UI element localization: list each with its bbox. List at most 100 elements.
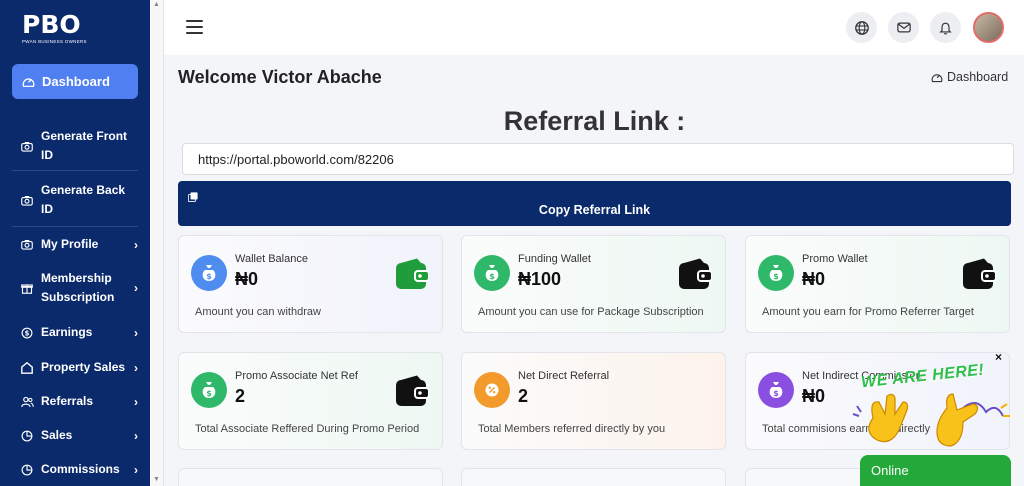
logo-subtitle: PWAN BUSINESS OWNERS xyxy=(22,39,87,44)
pie-chart-icon xyxy=(20,429,34,443)
chevron-right-icon: › xyxy=(134,281,138,295)
copy-button-label: Copy Referral Link xyxy=(538,203,651,217)
sidebar-scrollbar[interactable]: ▲ ▼ xyxy=(150,0,164,486)
pie-chart-icon xyxy=(20,463,34,477)
money-bag-icon: $ xyxy=(758,255,794,291)
chat-greeting-popup[interactable]: × WE ARE HERE! xyxy=(851,350,1016,462)
svg-text:$: $ xyxy=(773,389,779,398)
chevron-right-icon: › xyxy=(134,237,138,252)
dashboard-icon xyxy=(22,75,35,88)
money-bag-icon: $ xyxy=(758,372,794,408)
svg-text:$: $ xyxy=(773,272,779,281)
card-description: Total Associate Reffered During Promo Pe… xyxy=(195,423,420,435)
avatar[interactable] xyxy=(973,12,1004,43)
sidebar-item-generate-front-id[interactable]: Generate Front ID xyxy=(20,127,138,165)
chat-online-button[interactable]: Online xyxy=(860,455,1011,486)
home-icon xyxy=(20,361,34,375)
logo[interactable]: PBO PWAN BUSINESS OWNERS xyxy=(0,0,150,55)
wallet-icon xyxy=(962,258,997,295)
card-description: Amount you earn for Promo Referrer Targe… xyxy=(762,306,974,318)
money-bag-icon: $ xyxy=(191,255,227,291)
camera-icon xyxy=(20,238,34,252)
mail-icon[interactable] xyxy=(888,12,919,43)
sidebar-item-label: Commissions xyxy=(41,462,120,476)
card-stub xyxy=(461,468,726,486)
sidebar-item-referrals[interactable]: Referrals › xyxy=(20,392,138,411)
card-value: 2 xyxy=(235,386,246,406)
sidebar-item-dashboard[interactable]: Dashboard xyxy=(12,64,138,99)
card-title: Wallet Balance xyxy=(235,253,308,265)
card-title: Promo Associate Net Ref xyxy=(235,370,358,382)
svg-text:$: $ xyxy=(25,329,30,337)
referral-link-title: Referral Link : xyxy=(503,106,686,136)
sidebar-item-sales[interactable]: Sales › xyxy=(20,426,138,445)
percent-icon xyxy=(474,372,510,408)
wallet-icon xyxy=(395,375,430,412)
top-header xyxy=(164,0,1024,55)
money-bag-icon: $ xyxy=(474,255,510,291)
sidebar-item-label: Property Sales xyxy=(41,360,126,374)
users-icon xyxy=(20,395,34,409)
referral-link-field[interactable] xyxy=(182,143,1014,175)
dashboard-icon xyxy=(931,71,943,83)
svg-text:$: $ xyxy=(206,389,212,398)
card-value: ₦0 xyxy=(802,269,826,289)
money-bag-icon: $ xyxy=(191,372,227,408)
sidebar-item-label: My Profile xyxy=(41,237,99,251)
bell-icon[interactable] xyxy=(930,12,961,43)
logo-text: PBO xyxy=(22,10,81,39)
scroll-down-icon[interactable]: ▼ xyxy=(153,476,160,483)
card-description: Amount you can withdraw xyxy=(195,306,321,318)
sidebar-item-membership-subscription[interactable]: Membership Subscription › xyxy=(20,269,138,307)
waving-hands-icon xyxy=(852,393,1010,447)
wallet-icon xyxy=(678,258,713,295)
promo-wallet-card: $ Promo Wallet ₦0 Amount you earn for Pr… xyxy=(745,235,1010,333)
chevron-right-icon: › xyxy=(134,428,138,443)
svg-text:$: $ xyxy=(206,272,212,281)
sidebar-item-label: Dashboard xyxy=(42,74,110,89)
card-value: ₦100 xyxy=(518,269,562,289)
card-title: Funding Wallet xyxy=(518,253,591,265)
divider xyxy=(12,226,138,227)
divider xyxy=(12,170,138,171)
copy-referral-link-button[interactable]: Copy Referral Link xyxy=(178,181,1011,226)
sidebar: PBO PWAN BUSINESS OWNERS Dashboard Gener… xyxy=(0,0,150,486)
promo-associate-net-ref-card: $ Promo Associate Net Ref 2 Total Associ… xyxy=(178,352,443,450)
scroll-up-icon[interactable]: ▲ xyxy=(153,1,160,8)
card-value: ₦0 xyxy=(802,386,826,406)
net-direct-referral-card: Net Direct Referral 2 Total Members refe… xyxy=(461,352,726,450)
sidebar-item-property-sales[interactable]: Property Sales › xyxy=(20,358,138,377)
card-stub xyxy=(178,468,443,486)
sidebar-item-generate-back-id[interactable]: Generate Back ID xyxy=(20,181,138,219)
sidebar-item-earnings[interactable]: $ Earnings › xyxy=(20,323,138,342)
card-description: Amount you can use for Package Subscript… xyxy=(478,306,704,318)
sidebar-item-label: Earnings xyxy=(41,325,93,339)
globe-icon[interactable] xyxy=(846,12,877,43)
close-icon[interactable]: × xyxy=(995,350,1002,364)
card-title: Promo Wallet xyxy=(802,253,868,265)
dollar-circle-icon: $ xyxy=(20,326,34,340)
funding-wallet-card: $ Funding Wallet ₦100 Amount you can use… xyxy=(461,235,726,333)
breadcrumb-label: Dashboard xyxy=(947,70,1009,84)
chevron-right-icon: › xyxy=(134,325,138,340)
sidebar-item-label: Sales xyxy=(41,428,73,442)
card-title: Net Direct Referral xyxy=(518,370,610,382)
breadcrumb[interactable]: Dashboard xyxy=(931,70,1008,84)
page-title: Welcome Victor Abache xyxy=(178,67,382,87)
sidebar-item-label: Membership Subscription xyxy=(41,271,115,304)
sidebar-item-commissions[interactable]: Commissions › xyxy=(20,460,138,479)
sidebar-item-my-profile[interactable]: My Profile › xyxy=(20,235,138,254)
sidebar-item-label: Generate Front ID xyxy=(41,129,128,162)
chevron-right-icon: › xyxy=(134,394,138,409)
gift-icon xyxy=(20,281,34,295)
svg-text:$: $ xyxy=(489,272,495,281)
wallet-balance-card: $ Wallet Balance ₦0 Amount you can withd… xyxy=(178,235,443,333)
camera-icon xyxy=(20,139,34,153)
wallet-icon xyxy=(395,258,430,295)
sidebar-item-label: Referrals xyxy=(41,394,94,408)
sidebar-item-label: Generate Back ID xyxy=(41,183,126,216)
chevron-right-icon: › xyxy=(134,462,138,477)
menu-icon[interactable] xyxy=(186,20,203,34)
card-value: 2 xyxy=(518,386,529,406)
camera-icon xyxy=(20,193,34,207)
